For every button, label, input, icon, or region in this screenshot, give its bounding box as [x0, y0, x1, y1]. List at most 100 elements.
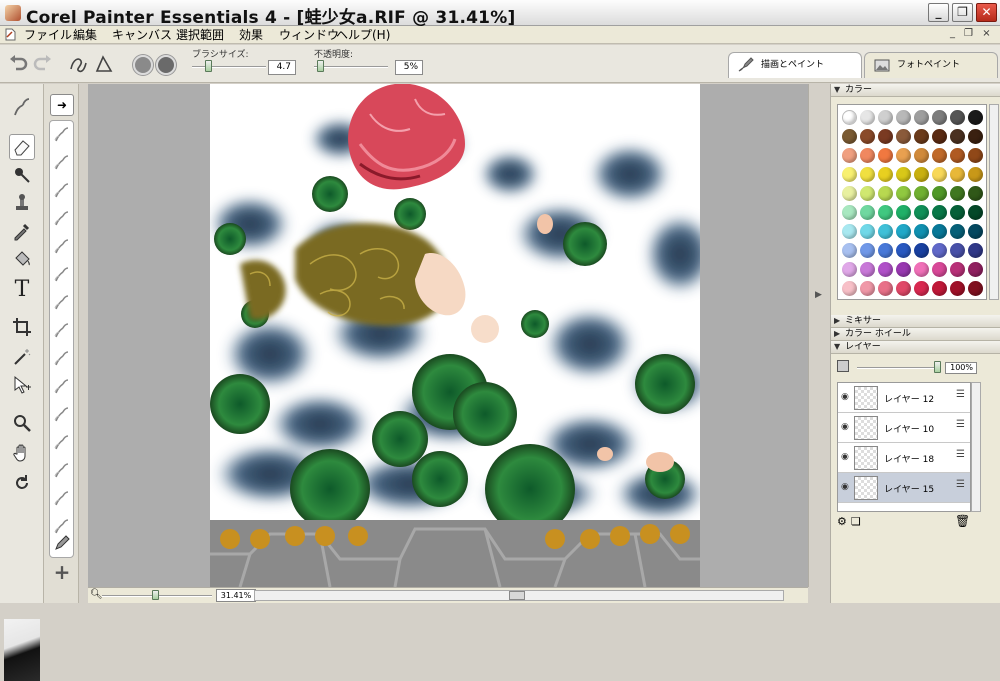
brush-dab-flat-button[interactable]	[156, 55, 176, 75]
new-brush-button[interactable]	[52, 532, 72, 552]
brush-size-input[interactable]: 4.7	[268, 60, 296, 75]
color-swatch[interactable]	[878, 186, 893, 201]
color-swatch[interactable]	[932, 281, 947, 296]
color-swatch[interactable]	[950, 129, 965, 144]
document-canvas[interactable]	[210, 84, 700, 587]
color-swatch[interactable]	[842, 129, 857, 144]
color-swatch[interactable]	[896, 167, 911, 182]
color-swatch[interactable]	[932, 205, 947, 220]
magic-wand-tool[interactable]	[9, 344, 35, 370]
color-swatch[interactable]	[860, 148, 875, 163]
trash-icon[interactable]: 🗑︎	[955, 514, 970, 528]
menu-window[interactable]: ウィンドウ	[279, 27, 339, 43]
color-swatch[interactable]	[860, 129, 875, 144]
color-swatch[interactable]	[878, 167, 893, 182]
color-swatch[interactable]	[914, 205, 929, 220]
brush-variant-icon[interactable]	[53, 295, 71, 311]
brush-variant-icon[interactable]	[53, 323, 71, 339]
color-swatch[interactable]	[950, 262, 965, 277]
color-swatch[interactable]	[878, 129, 893, 144]
color-swatch[interactable]	[968, 224, 983, 239]
layers-panel-header[interactable]: ▼ レイヤー	[831, 341, 1000, 354]
color-swatch[interactable]	[878, 224, 893, 239]
tab-draw-and-paint[interactable]: 描画とペイント	[728, 52, 862, 78]
layer-row[interactable]: ◉ レイヤー 10 ☰	[838, 413, 970, 443]
new-layer-icon[interactable]: ❏	[851, 515, 861, 528]
color-swatch[interactable]	[968, 186, 983, 201]
color-swatch[interactable]	[878, 205, 893, 220]
color-swatch[interactable]	[896, 224, 911, 239]
mdi-restore-button[interactable]: ❐	[962, 28, 975, 41]
menu-effects[interactable]: 効果	[239, 27, 263, 43]
color-swatch[interactable]	[842, 262, 857, 277]
opacity-slider-knob[interactable]	[317, 60, 324, 72]
brush-variant-icon[interactable]	[53, 267, 71, 283]
brush-variant-icon[interactable]	[53, 211, 71, 227]
color-panel-scrollbar[interactable]	[989, 104, 999, 300]
color-swatch[interactable]	[914, 186, 929, 201]
paint-bucket-tool[interactable]	[9, 246, 35, 272]
color-swatch[interactable]	[932, 243, 947, 258]
color-swatch[interactable]	[932, 224, 947, 239]
brush-variant-icon[interactable]	[53, 435, 71, 451]
brush-variant-icon[interactable]	[53, 127, 71, 143]
horizontal-scrollbar-thumb[interactable]	[509, 591, 525, 600]
color-swatch[interactable]	[932, 129, 947, 144]
opacity-input[interactable]: 5%	[395, 60, 423, 75]
color-swatch[interactable]	[950, 186, 965, 201]
color-swatch[interactable]	[860, 110, 875, 125]
minimize-button[interactable]: _	[928, 3, 949, 22]
layer-row[interactable]: ◉ レイヤー 12 ☰	[838, 383, 970, 413]
brush-size-slider[interactable]	[192, 66, 266, 68]
color-swatch[interactable]	[914, 224, 929, 239]
brush-variant-icon[interactable]	[53, 463, 71, 479]
opacity-slider[interactable]	[314, 66, 388, 68]
layer-visibility-icon[interactable]: ◉	[841, 423, 851, 432]
color-swatch[interactable]	[842, 205, 857, 220]
color-swatch[interactable]	[932, 148, 947, 163]
color-swatch[interactable]	[842, 186, 857, 201]
zoom-level-field[interactable]: 31.41%	[216, 589, 256, 602]
layer-opacity-slider[interactable]	[857, 367, 941, 369]
color-swatch[interactable]	[914, 167, 929, 182]
horizontal-scrollbar[interactable]	[254, 590, 784, 601]
eraser-tool[interactable]	[9, 134, 35, 160]
redo-icon[interactable]	[33, 53, 53, 73]
straight-line-stroke-icon[interactable]	[93, 53, 115, 75]
main-color-swatch[interactable]	[4, 619, 40, 681]
color-swatch[interactable]	[860, 205, 875, 220]
brush-variant-icon[interactable]	[53, 155, 71, 171]
layer-row[interactable]: ◉ レイヤー 18 ☰	[838, 443, 970, 473]
magnifier-tool[interactable]	[9, 410, 35, 436]
eyedropper-tool[interactable]	[9, 218, 35, 244]
layer-row-selected[interactable]: ◉ レイヤー 15 ☰	[838, 473, 970, 503]
brush-variant-icon[interactable]	[53, 491, 71, 507]
cloner-tool[interactable]	[9, 190, 35, 216]
grabber-tool[interactable]	[9, 440, 35, 466]
color-swatch[interactable]	[896, 243, 911, 258]
color-swatch[interactable]	[860, 224, 875, 239]
color-swatch[interactable]	[860, 167, 875, 182]
color-swatch[interactable]	[878, 281, 893, 296]
color-panel-header[interactable]: ▼ カラー	[831, 84, 1000, 97]
color-swatch[interactable]	[878, 243, 893, 258]
color-swatch[interactable]	[932, 186, 947, 201]
color-swatch[interactable]	[950, 281, 965, 296]
crop-tool[interactable]	[9, 314, 35, 340]
layer-visibility-icon[interactable]: ◉	[841, 393, 851, 402]
color-swatch[interactable]	[950, 110, 965, 125]
color-swatch[interactable]	[968, 243, 983, 258]
rotate-page-tool[interactable]	[9, 470, 35, 496]
color-swatch[interactable]	[860, 281, 875, 296]
freehand-stroke-icon[interactable]	[68, 53, 90, 75]
color-swatch[interactable]	[914, 243, 929, 258]
tab-photo-paint[interactable]: フォトペイント	[864, 52, 998, 78]
layer-adjuster-tool[interactable]	[9, 372, 35, 398]
color-swatch[interactable]	[950, 148, 965, 163]
color-swatch[interactable]	[932, 167, 947, 182]
color-swatch[interactable]	[842, 167, 857, 182]
dropper-tool[interactable]	[9, 162, 35, 188]
brush-variant-icon[interactable]	[53, 239, 71, 255]
close-button[interactable]: ✕	[976, 3, 997, 22]
menu-canvas[interactable]: キャンバス	[112, 27, 172, 43]
